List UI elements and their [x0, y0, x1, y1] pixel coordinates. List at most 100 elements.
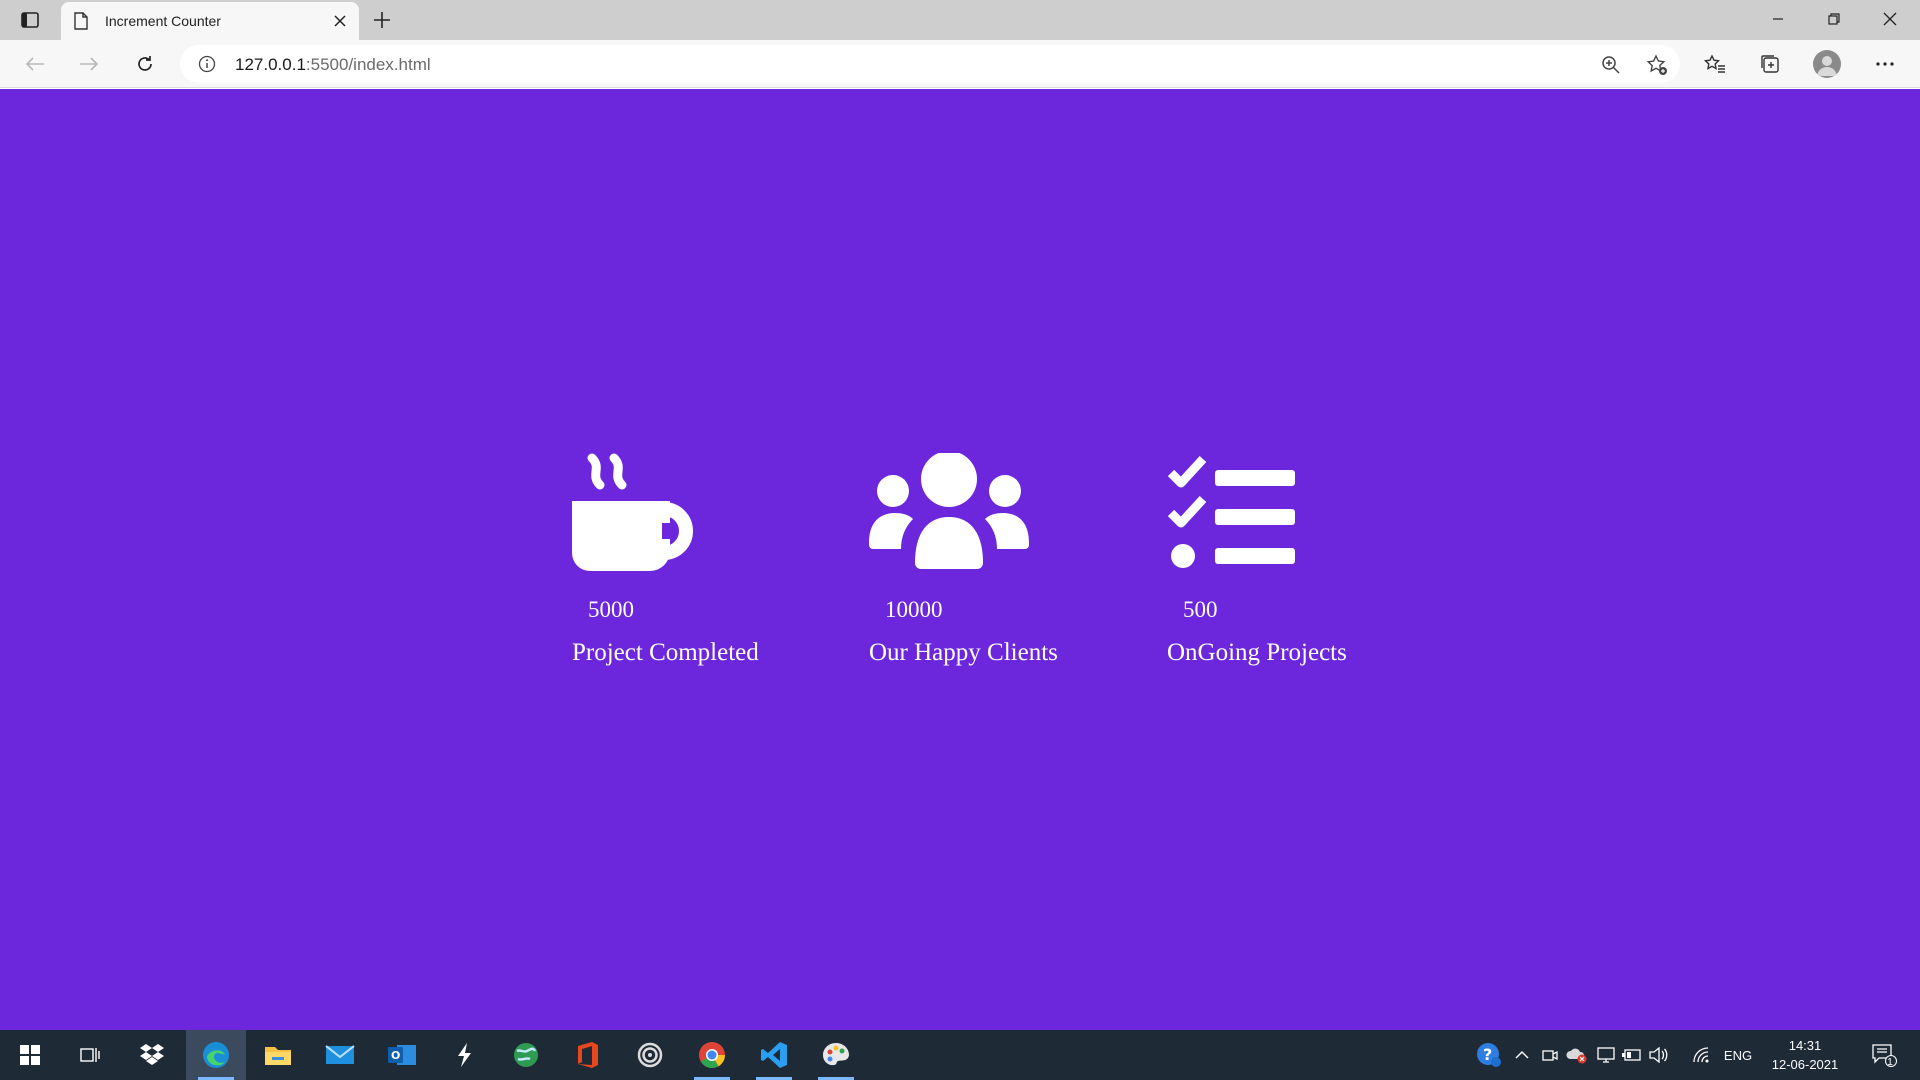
- page-icon: [74, 12, 88, 30]
- start-button[interactable]: [0, 1030, 60, 1080]
- refresh-button[interactable]: [128, 48, 162, 80]
- settings-menu-button[interactable]: [1868, 48, 1902, 80]
- taskbar-outlook[interactable]: O: [372, 1030, 432, 1080]
- mail-icon: [325, 1045, 355, 1064]
- new-tab-button[interactable]: [368, 6, 396, 34]
- counter-label: OnGoing Projects: [1167, 639, 1347, 666]
- close-window-button[interactable]: [1862, 0, 1918, 38]
- help-icon: ?: [1477, 1043, 1501, 1067]
- user-icon: [1817, 56, 1837, 76]
- zoom-button[interactable]: [1598, 52, 1624, 78]
- back-button[interactable]: [18, 48, 52, 80]
- swirl-icon: [637, 1042, 663, 1068]
- language-indicator[interactable]: ENG: [1720, 1030, 1756, 1080]
- onedrive-tray-button[interactable]: [1564, 1030, 1590, 1080]
- taskbar-mail[interactable]: [310, 1030, 370, 1080]
- office-icon: [578, 1042, 598, 1068]
- taskbar-chrome[interactable]: [682, 1030, 742, 1080]
- lightning-icon: [458, 1043, 471, 1067]
- refresh-icon: [138, 56, 152, 71]
- taskbar-app-swirl[interactable]: [620, 1030, 680, 1080]
- arrow-left-icon: [25, 57, 44, 71]
- chevron-up-icon: [1515, 1050, 1529, 1059]
- arrow-right-icon: [80, 57, 99, 71]
- chrome-icon: [699, 1042, 726, 1069]
- collections-button[interactable]: [1753, 48, 1787, 80]
- volume-icon: [1649, 1047, 1668, 1063]
- taskbar-clock[interactable]: 14:31 12-06-2021: [1760, 1036, 1850, 1074]
- taskbar-file-explorer[interactable]: [248, 1030, 308, 1080]
- cloud-error-icon: [1566, 1048, 1587, 1064]
- show-hidden-icons-button[interactable]: [1510, 1030, 1534, 1080]
- taskbar: O ? ENG 14:31 12-06-2021 1: [0, 1030, 1920, 1080]
- tab-actions-icon: [21, 12, 39, 28]
- counter-value: 500: [1183, 597, 1218, 622]
- folder-icon: [265, 1047, 291, 1065]
- counter-value: 5000: [588, 597, 634, 622]
- language-text: ENG: [1723, 1047, 1753, 1063]
- clock-time: 14:31: [1788, 1038, 1822, 1053]
- browser-tab-bar: Increment Counter: [0, 0, 1920, 40]
- tab-title: Increment Counter: [105, 13, 221, 29]
- page-content: 5000 Project Completed 10000 Our Happy C…: [0, 89, 1920, 1030]
- counter-value: 10000: [885, 597, 943, 622]
- counter-label: Our Happy Clients: [869, 639, 1058, 666]
- restore-button[interactable]: [1806, 0, 1862, 38]
- minimize-button[interactable]: [1750, 0, 1806, 38]
- favorites-list-icon: [1704, 54, 1725, 73]
- outlook-icon: O: [388, 1045, 416, 1065]
- taskbar-vscode[interactable]: [744, 1030, 804, 1080]
- more-icon: [1876, 62, 1894, 66]
- svg-text:?: ?: [1483, 1045, 1492, 1064]
- volume-tray-button[interactable]: [1646, 1030, 1670, 1080]
- task-view-button[interactable]: [60, 1030, 120, 1080]
- battery-tray-button[interactable]: [1620, 1030, 1644, 1080]
- help-tray-button[interactable]: ?: [1474, 1030, 1504, 1080]
- globe-icon: [514, 1043, 538, 1067]
- restore-icon: [1828, 13, 1840, 25]
- counter-label: Project Completed: [572, 639, 759, 666]
- svg-text:O: O: [391, 1049, 400, 1062]
- display-tray-button[interactable]: [1594, 1030, 1618, 1080]
- collections-icon: [1761, 55, 1779, 73]
- network-tray-button[interactable]: [1690, 1030, 1714, 1080]
- taskbar-dropbox[interactable]: [122, 1030, 182, 1080]
- task-list-icon: [1167, 455, 1295, 568]
- add-favorite-button[interactable]: [1644, 52, 1670, 78]
- browser-tab[interactable]: Increment Counter: [61, 2, 359, 40]
- zoom-in-icon: [1602, 56, 1620, 74]
- browser-toolbar: 127.0.0.1:5500/index.html: [0, 40, 1920, 88]
- tab-close-button[interactable]: [329, 10, 351, 32]
- address-bar[interactable]: 127.0.0.1:5500/index.html: [180, 45, 1680, 83]
- edge-icon: [203, 1042, 229, 1068]
- taskbar-office[interactable]: [558, 1030, 618, 1080]
- dropbox-icon: [140, 1044, 164, 1065]
- monitor-icon: [1597, 1047, 1615, 1063]
- taskbar-app-bolt[interactable]: [434, 1030, 494, 1080]
- clock-date: 12-06-2021: [1771, 1057, 1839, 1072]
- meet-now-button[interactable]: [1538, 1030, 1562, 1080]
- coffee-mug-icon: [572, 453, 693, 571]
- forward-button[interactable]: [72, 48, 106, 80]
- close-icon: [1883, 12, 1897, 26]
- star-add-icon: [1646, 54, 1667, 75]
- taskbar-app-globe[interactable]: [496, 1030, 556, 1080]
- url-text[interactable]: 127.0.0.1:5500/index.html: [235, 55, 431, 75]
- palette-icon: [823, 1043, 849, 1066]
- plus-icon: [374, 12, 390, 28]
- task-view-icon: [80, 1048, 100, 1062]
- battery-icon: [1622, 1049, 1641, 1061]
- action-center-button[interactable]: 1: [1864, 1030, 1904, 1080]
- users-group-icon: [869, 453, 1029, 569]
- favorites-button[interactable]: [1698, 48, 1732, 80]
- info-icon[interactable]: [198, 55, 216, 73]
- taskbar-edge[interactable]: [186, 1030, 246, 1080]
- tab-actions-button[interactable]: [16, 8, 44, 32]
- close-icon: [334, 15, 346, 27]
- profile-avatar[interactable]: [1813, 50, 1841, 78]
- taskbar-paint[interactable]: [806, 1030, 866, 1080]
- notification-count: 1: [1887, 1057, 1893, 1068]
- minimize-icon: [1773, 18, 1783, 20]
- windows-icon: [20, 1045, 40, 1065]
- camera-icon: [1542, 1050, 1558, 1061]
